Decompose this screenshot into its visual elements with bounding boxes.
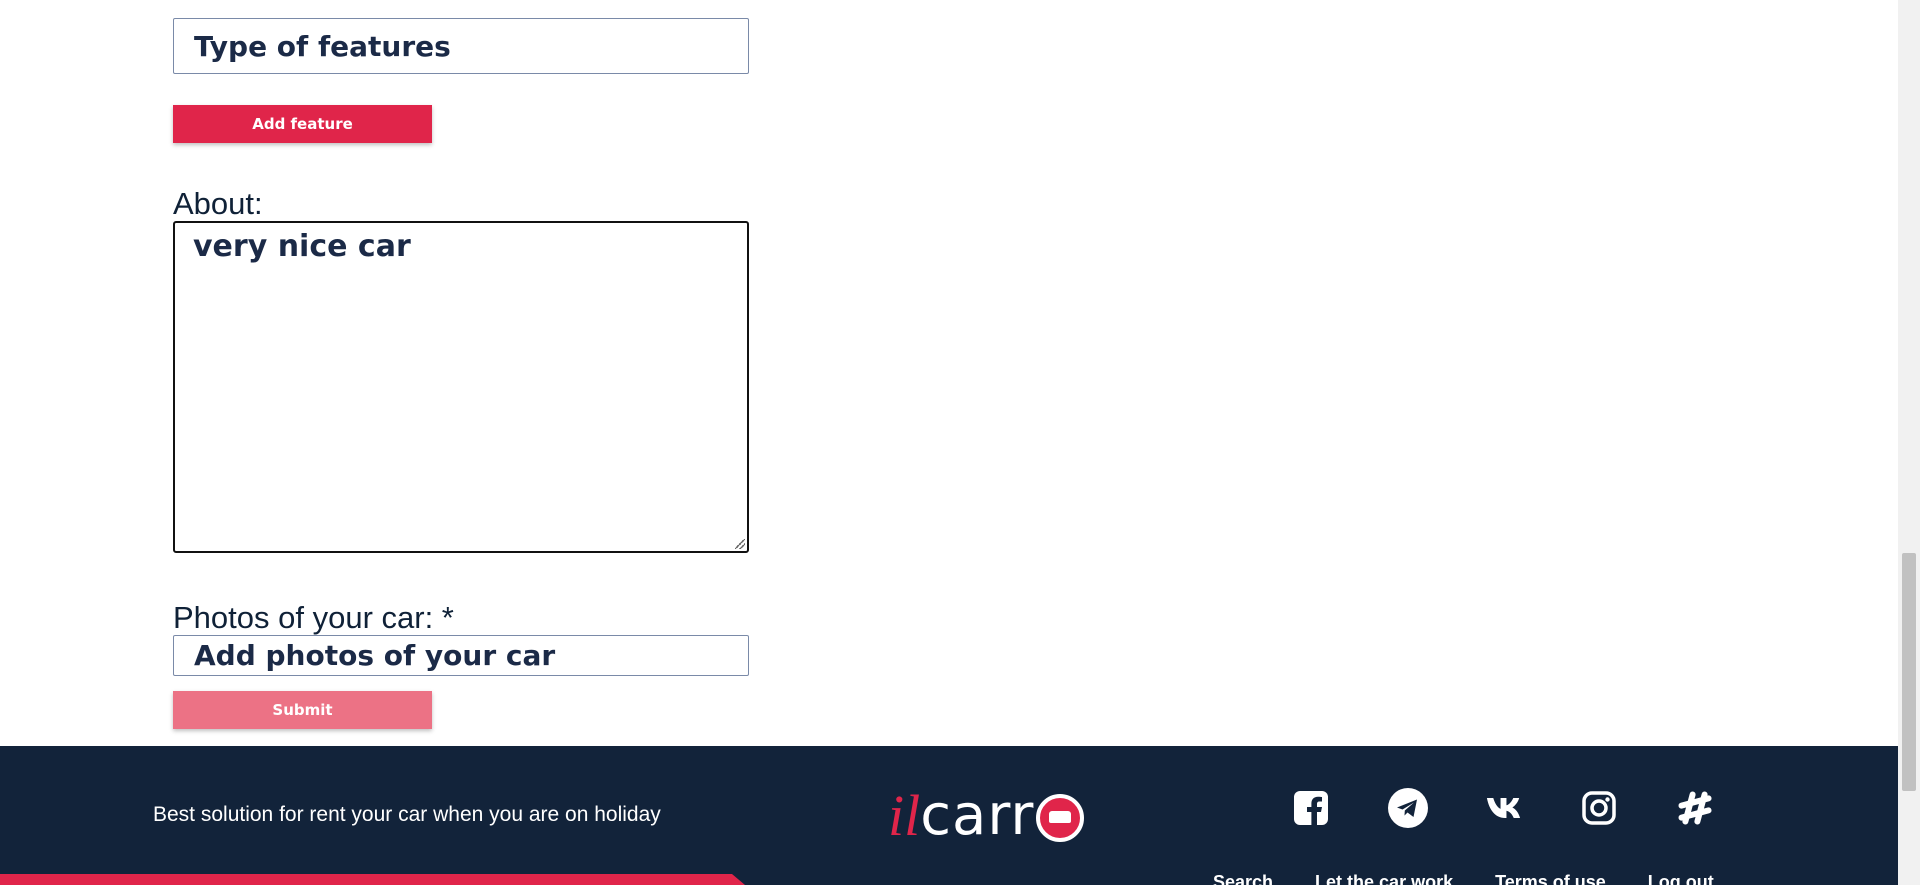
- instagram-icon[interactable]: [1579, 788, 1619, 828]
- footer-accent-stripe: [0, 874, 745, 885]
- photos-upload-text: Add photos of your car: [194, 639, 556, 672]
- footer-link-log-out[interactable]: Log out: [1648, 873, 1714, 885]
- scrollbar-thumb[interactable]: [1902, 553, 1916, 791]
- footer-nav: Search Let the car work Terms of use Log…: [1213, 873, 1714, 885]
- facebook-icon[interactable]: [1291, 788, 1331, 828]
- photos-label: Photos of your car: *: [173, 600, 454, 635]
- telegram-icon[interactable]: [1388, 788, 1428, 828]
- submit-button[interactable]: Submit: [173, 691, 432, 729]
- features-input-text: Type of features: [194, 29, 451, 63]
- about-textarea-value: very nice car: [193, 229, 411, 264]
- features-input[interactable]: Type of features: [173, 18, 749, 74]
- page-scrollbar[interactable]: [1898, 0, 1920, 885]
- slack-icon[interactable]: [1675, 788, 1715, 828]
- page-footer: Best solution for rent your car when you…: [0, 746, 1898, 885]
- add-car-form: Type of features Add feature About: very…: [0, 0, 1898, 746]
- logo-carr: carr: [920, 783, 1035, 848]
- photos-upload-input[interactable]: Add photos of your car: [173, 635, 749, 676]
- resize-handle-icon[interactable]: [735, 539, 745, 549]
- about-textarea[interactable]: very nice car: [173, 221, 749, 553]
- vk-icon[interactable]: [1486, 788, 1526, 828]
- footer-tagline: Best solution for rent your car when you…: [153, 803, 661, 826]
- about-label: About:: [173, 186, 263, 221]
- car-badge-icon: [1036, 794, 1085, 842]
- footer-link-search[interactable]: Search: [1213, 873, 1273, 885]
- footer-link-let-the-car-work[interactable]: Let the car work: [1315, 873, 1453, 885]
- add-feature-button[interactable]: Add feature: [173, 105, 432, 143]
- ilcarro-logo[interactable]: il carr: [888, 783, 1085, 848]
- logo-il: il: [888, 783, 921, 848]
- footer-link-terms-of-use[interactable]: Terms of use: [1495, 873, 1606, 885]
